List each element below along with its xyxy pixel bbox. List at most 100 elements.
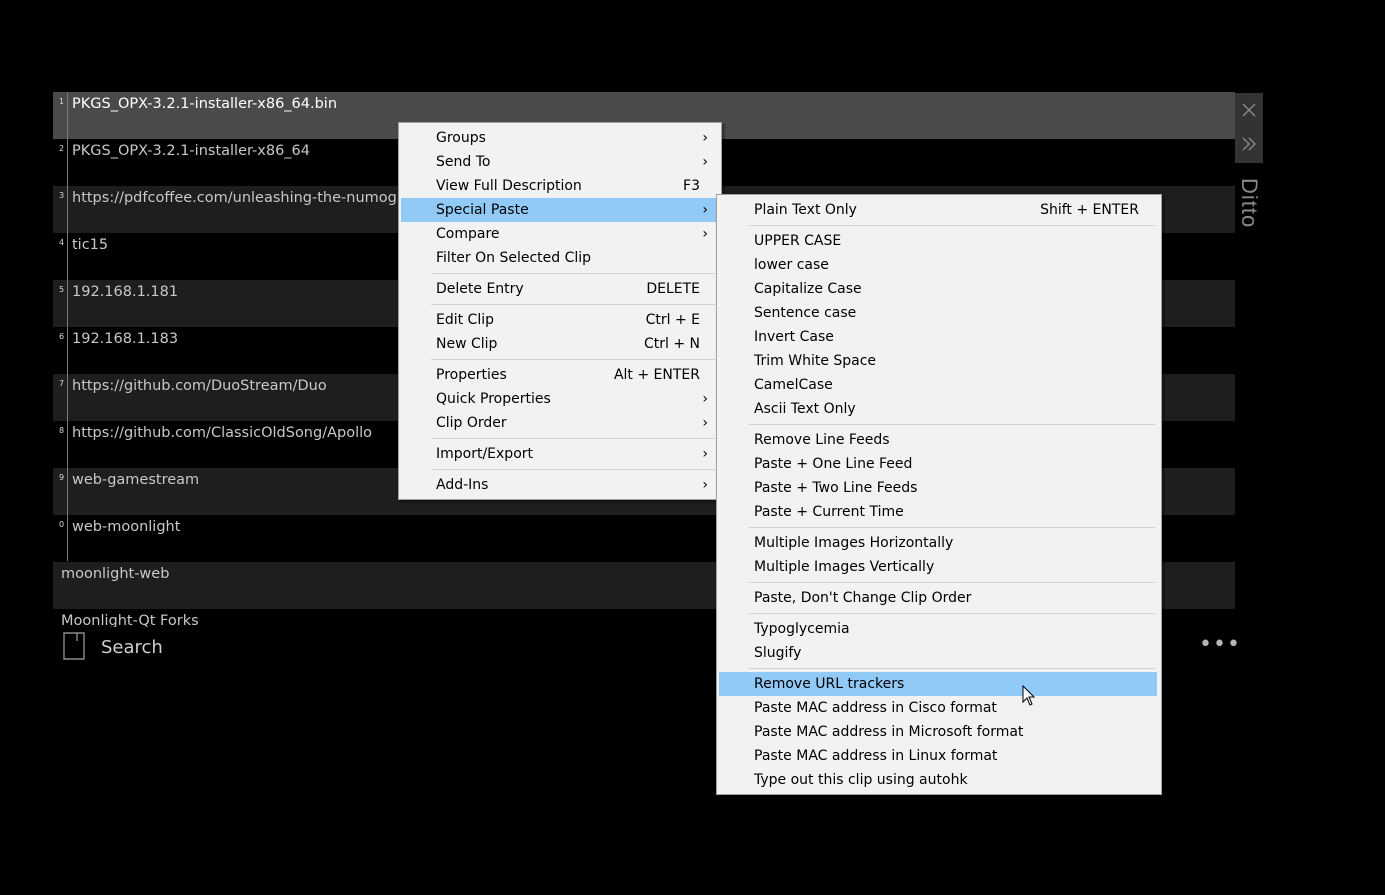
clip-index: 7 <box>59 379 65 388</box>
mouse-pointer-icon <box>1022 685 1036 706</box>
menu-item-special-paste[interactable]: Special Paste › <box>401 198 717 222</box>
menu-item-new-clip[interactable]: New Clip Ctrl + N <box>401 332 717 356</box>
menu-separator <box>749 225 1155 226</box>
clip-text: https://github.com/ClassicOldSong/Apollo <box>72 425 373 441</box>
clip-text: 192.168.1.181 <box>72 284 179 300</box>
menu-item-plain-text-only[interactable]: Plain Text Only Shift + ENTER <box>719 198 1157 222</box>
chevron-right-icon: › <box>702 446 708 462</box>
menu-item-camelcase[interactable]: CamelCase <box>719 373 1157 397</box>
menu-separator <box>749 424 1155 425</box>
clip-text: 192.168.1.183 <box>72 331 179 347</box>
clip-index: 3 <box>59 191 65 200</box>
clip-text: PKGS_OPX-3.2.1-installer-x86_64.bin <box>72 96 338 112</box>
menu-separator <box>749 613 1155 614</box>
context-menu: Groups › Send To › View Full Description… <box>398 122 722 500</box>
menu-item-upper-case[interactable]: UPPER CASE <box>719 229 1157 253</box>
menu-item-shortcut: Ctrl + E <box>645 312 700 328</box>
menu-item-label: Paste MAC address in Microsoft format <box>754 724 1024 740</box>
menu-item-label: Capitalize Case <box>754 281 862 297</box>
menu-item-slugify[interactable]: Slugify <box>719 641 1157 665</box>
special-paste-submenu: Plain Text Only Shift + ENTER UPPER CASE… <box>716 194 1162 795</box>
menu-item-label: Paste + One Line Feed <box>754 456 913 472</box>
expand-button[interactable] <box>1235 127 1263 161</box>
clip-index: 8 <box>59 426 65 435</box>
menu-separator <box>749 668 1155 669</box>
close-button[interactable] <box>1235 93 1263 127</box>
menu-item-label: CamelCase <box>754 377 833 393</box>
menu-item-label: Plain Text Only <box>754 202 857 218</box>
menu-item-type-out-clip-autohk[interactable]: Type out this clip using autohk <box>719 768 1157 792</box>
menu-item-invert-case[interactable]: Invert Case <box>719 325 1157 349</box>
menu-item-label: lower case <box>754 257 829 273</box>
menu-item-label: Import/Export <box>436 446 534 462</box>
menu-item-label: Groups <box>436 130 486 146</box>
menu-item-properties[interactable]: Properties Alt + ENTER <box>401 363 717 387</box>
menu-item-label: Filter On Selected Clip <box>436 250 592 266</box>
menu-item-label: Paste + Current Time <box>754 504 904 520</box>
menu-item-shortcut: Alt + ENTER <box>613 367 700 383</box>
menu-item-paste-one-line-feed[interactable]: Paste + One Line Feed <box>719 452 1157 476</box>
menu-item-label: Trim White Space <box>754 353 877 369</box>
app-title: Ditto <box>1237 178 1262 229</box>
menu-item-paste-mac-linux[interactable]: Paste MAC address in Linux format <box>719 744 1157 768</box>
clip-text: tic15 <box>72 237 109 253</box>
menu-item-groups[interactable]: Groups › <box>401 126 717 150</box>
menu-item-lower-case[interactable]: lower case <box>719 253 1157 277</box>
menu-item-remove-line-feeds[interactable]: Remove Line Feeds <box>719 428 1157 452</box>
menu-item-capitalize-case[interactable]: Capitalize Case <box>719 277 1157 301</box>
menu-item-paste-current-time[interactable]: Paste + Current Time <box>719 500 1157 524</box>
menu-item-typoglycemia[interactable]: Typoglycemia <box>719 617 1157 641</box>
menu-separator <box>749 527 1155 528</box>
menu-item-add-ins[interactable]: Add-Ins › <box>401 473 717 497</box>
menu-item-label: Paste, Don't Change Clip Order <box>754 590 972 606</box>
clip-text: Moonlight-Qt Forks <box>61 613 199 627</box>
clip-text: web-gamestream <box>72 472 200 488</box>
menu-item-compare[interactable]: Compare › <box>401 222 717 246</box>
clip-index: 6 <box>59 332 65 341</box>
menu-item-paste-two-line-feeds[interactable]: Paste + Two Line Feeds <box>719 476 1157 500</box>
menu-item-sentence-case[interactable]: Sentence case <box>719 301 1157 325</box>
menu-item-filter-on-selected-clip[interactable]: Filter On Selected Clip <box>401 246 717 270</box>
index-divider <box>67 92 68 561</box>
clip-text: https://pdfcoffee.com/unleashing-the-num… <box>72 190 412 206</box>
menu-item-paste-mac-cisco[interactable]: Paste MAC address in Cisco format <box>719 696 1157 720</box>
menu-item-ascii-text-only[interactable]: Ascii Text Only <box>719 397 1157 421</box>
menu-item-edit-clip[interactable]: Edit Clip Ctrl + E <box>401 308 717 332</box>
menu-item-label: Properties <box>436 367 507 383</box>
window-controls <box>1235 93 1263 163</box>
more-options-button[interactable]: ••• <box>1199 630 1240 660</box>
document-icon <box>63 632 85 664</box>
menu-item-multiple-images-vertically[interactable]: Multiple Images Vertically <box>719 555 1157 579</box>
clip-text: PKGS_OPX-3.2.1-installer-x86_64 <box>72 143 310 159</box>
menu-item-paste-dont-change-clip-order[interactable]: Paste, Don't Change Clip Order <box>719 586 1157 610</box>
menu-item-delete-entry[interactable]: Delete Entry DELETE <box>401 277 717 301</box>
chevron-right-icon: › <box>702 226 708 242</box>
menu-item-shortcut: DELETE <box>646 281 700 297</box>
menu-item-view-full-description[interactable]: View Full Description F3 <box>401 174 717 198</box>
menu-item-quick-properties[interactable]: Quick Properties › <box>401 387 717 411</box>
clip-index: 1 <box>59 97 65 106</box>
search-input[interactable] <box>101 634 501 660</box>
menu-separator <box>431 273 715 274</box>
menu-item-label: New Clip <box>436 336 498 352</box>
menu-item-multiple-images-horizontally[interactable]: Multiple Images Horizontally <box>719 531 1157 555</box>
clip-index: 9 <box>59 473 65 482</box>
menu-item-label: View Full Description <box>436 178 582 194</box>
menu-item-import-export[interactable]: Import/Export › <box>401 442 717 466</box>
menu-item-send-to[interactable]: Send To › <box>401 150 717 174</box>
menu-item-label: Special Paste <box>436 202 529 218</box>
clip-index: 0 <box>59 520 65 529</box>
menu-item-label: Remove URL trackers <box>754 676 905 692</box>
menu-item-clip-order[interactable]: Clip Order › <box>401 411 717 435</box>
menu-item-trim-white-space[interactable]: Trim White Space <box>719 349 1157 373</box>
menu-item-label: Edit Clip <box>436 312 495 328</box>
menu-item-label: Paste + Two Line Feeds <box>754 480 918 496</box>
clip-text: moonlight-web <box>61 566 170 582</box>
menu-item-shortcut: Shift + ENTER <box>1040 202 1139 218</box>
menu-item-label: UPPER CASE <box>754 233 842 249</box>
menu-item-label: Clip Order <box>436 415 507 431</box>
menu-item-remove-url-trackers[interactable]: Remove URL trackers <box>719 672 1157 696</box>
clip-index: 2 <box>59 144 65 153</box>
menu-separator <box>431 469 715 470</box>
menu-item-paste-mac-microsoft[interactable]: Paste MAC address in Microsoft format <box>719 720 1157 744</box>
